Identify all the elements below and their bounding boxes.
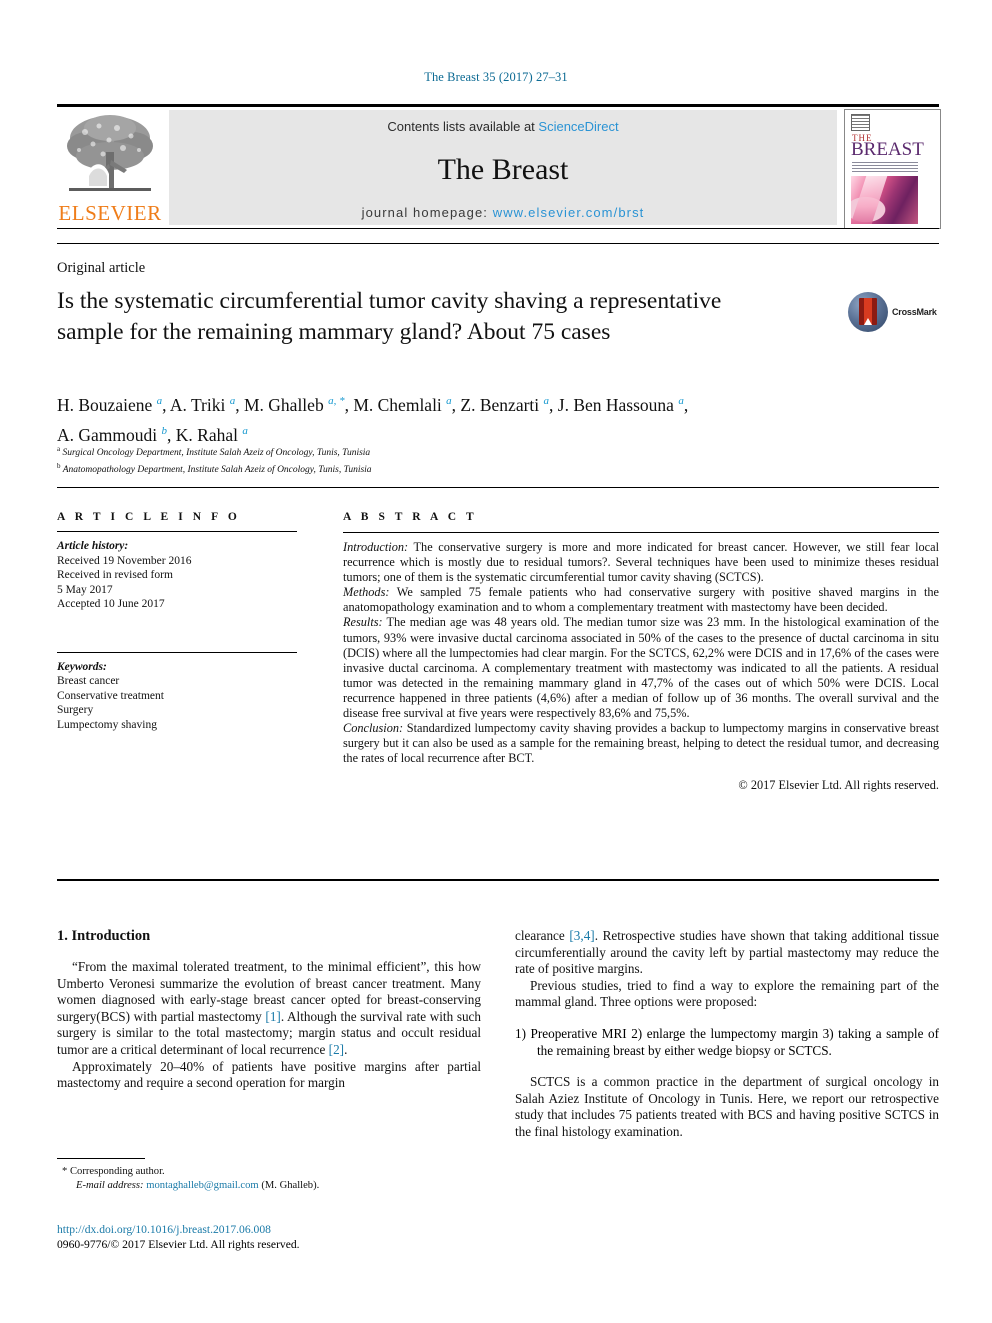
issn-copyright-line: 0960-9776/© 2017 Elsevier Ltd. All right…: [57, 1238, 300, 1251]
abstract-introduction: Introduction: The conservative surgery i…: [343, 540, 939, 585]
affiliation-b: b Anatomopathology Department, Institute…: [57, 461, 372, 475]
footnote-block: * Corresponding author. E-mail address: …: [57, 1158, 481, 1193]
keywords-rule: [57, 651, 297, 653]
intro-paragraph-1: “From the maximal tolerated treatment, t…: [57, 959, 481, 1059]
homepage-prefix: journal homepage:: [361, 205, 493, 220]
article-info-column: A R T I C L E I N F O Article history: R…: [57, 511, 309, 732]
abstract-body: Introduction: The conservative surgery i…: [343, 540, 939, 794]
intro-paragraph-3: clearance [3,4]. Retrospective studies h…: [515, 928, 939, 978]
affiliation-a: a Surgical Oncology Department, Institut…: [57, 445, 371, 459]
affiliation-list: a Surgical Oncology Department, Institut…: [57, 443, 657, 476]
journal-cover-thumbnail: THE BREAST: [844, 109, 941, 229]
abstract-column: A B S T R A C T Introduction: The conser…: [343, 511, 939, 794]
abstract-heading: A B S T R A C T: [343, 511, 478, 523]
options-list-item: 1) Preoperative MRI 2) enlarge the lumpe…: [515, 1025, 939, 1058]
cover-artwork: [851, 176, 918, 224]
author-line-1: H. Bouzaiene a, A. Triki a, M. Ghalleb a…: [57, 394, 689, 415]
elsevier-logo: ELSEVIER: [57, 108, 163, 229]
intro-paragraph-4: Previous studies, tried to find a way to…: [515, 977, 939, 1010]
email-line: E-mail address: montaghalleb@gmail.com (…: [57, 1179, 481, 1193]
keyword-item: Breast cancer: [57, 675, 120, 687]
email-label: E-mail address:: [76, 1180, 144, 1191]
abstract-methods-label: Methods:: [343, 585, 390, 600]
abstract-methods: Methods: We sampled 75 female patients w…: [343, 585, 939, 615]
banner-bottom-rule: [57, 228, 939, 229]
keyword-item: Surgery: [57, 704, 94, 716]
article-page: The Breast 35 (2017) 27–31 ELSEVIER Cont…: [0, 0, 992, 1323]
keyword-item: Conservative treatment: [57, 689, 164, 702]
article-accepted: Accepted 10 June 2017: [57, 598, 165, 610]
banner-center-panel: Contents lists available at ScienceDirec…: [169, 110, 837, 225]
crossmark-badge[interactable]: CrossMark: [848, 292, 937, 334]
citation-link-1[interactable]: [1]: [265, 1009, 280, 1024]
intro-paragraph-2: Approximately 20–40% of patients have po…: [57, 1058, 481, 1091]
article-revised-date: 5 May 2017: [57, 583, 113, 596]
abstract-conclusion-label: Conclusion:: [343, 721, 404, 736]
author-list: H. Bouzaiene a, A. Triki a, M. Ghalleb a…: [57, 388, 939, 448]
journal-homepage-line: journal homepage: www.elsevier.com/brst: [169, 205, 837, 220]
keywords-label: Keywords:: [57, 660, 107, 673]
abstract-results-label: Results:: [343, 615, 383, 630]
footnote-rule: [57, 1158, 145, 1159]
abstract-results: Results: The median age was 48 years old…: [343, 615, 939, 721]
article-history-label: Article history:: [57, 540, 129, 552]
cover-inner: THE BREAST: [851, 114, 924, 224]
keywords-block: Keywords: Breast cancer Conservative tre…: [57, 660, 309, 733]
keyword-item: Lumpectomy shaving: [57, 718, 157, 731]
cover-breast-text: BREAST: [851, 139, 924, 160]
corresponding-label: Corresponding author.: [69, 1166, 165, 1177]
article-info-rule: [57, 531, 297, 532]
abstract-methods-text: We sampled 75 female patients who had co…: [343, 585, 939, 615]
intro-paragraph-5: SCTCS is a common practice in the depart…: [515, 1074, 939, 1139]
email-link[interactable]: montaghalleb@gmail.com: [146, 1180, 258, 1191]
journal-title: The Breast: [437, 153, 569, 186]
page-title: Is the systematic circumferential tumor …: [57, 288, 722, 345]
crossmark-circle-icon: [848, 292, 888, 332]
abstract-conclusion-text: Standardized lumpectomy cavity shaving p…: [343, 721, 939, 766]
info-abstract-top-rule: [57, 487, 939, 488]
journal-homepage-link[interactable]: www.elsevier.com/brst: [493, 205, 645, 220]
affiliation-b-text: Anatomopathology Department, Institute S…: [62, 464, 372, 475]
affiliation-a-text: Surgical Oncology Department, Institute …: [62, 448, 371, 459]
doi-link[interactable]: http://dx.doi.org/10.1016/j.breast.2017.…: [57, 1222, 557, 1237]
citation-link-34[interactable]: [3,4]: [569, 928, 594, 943]
contents-available-line: Contents lists available at ScienceDirec…: [169, 119, 837, 134]
intro-p1-part3: .: [344, 1041, 348, 1057]
contents-prefix: Contents lists available at: [387, 119, 539, 134]
abstract-copyright: © 2017 Elsevier Ltd. All rights reserved…: [738, 778, 939, 793]
abstract-bottom-rule: [57, 879, 939, 881]
intro-p3-part1: clearance: [515, 928, 570, 943]
article-type-label: Original article: [57, 260, 146, 276]
corresponding-marker: *: [62, 1166, 68, 1177]
abstract-rule: [343, 532, 939, 533]
article-received: Received 19 November 2016: [57, 554, 192, 567]
article-history-block: Article history: Received 19 November 20…: [57, 539, 309, 612]
abstract-results-text: The median age was 48 years old. The med…: [343, 615, 939, 721]
running-head: The Breast 35 (2017) 27–31: [424, 70, 568, 84]
cover-subtitle-lines: [852, 162, 918, 172]
abstract-introduction-label: Introduction:: [343, 540, 409, 554]
title-section-rule: [57, 243, 939, 244]
doi-block: http://dx.doi.org/10.1016/j.breast.2017.…: [57, 1222, 557, 1252]
elsevier-tree-icon: [67, 115, 153, 191]
cover-stamp-icon: [851, 114, 870, 131]
abstract-conclusion: Conclusion: Standardized lumpectomy cavi…: [343, 721, 939, 766]
email-suffix: (M. Ghalleb).: [261, 1180, 320, 1191]
abstract-introduction-text: The conservative surgery is more and mor…: [343, 540, 939, 585]
article-revised-label: Received in revised form: [57, 569, 173, 581]
banner-top-rule: [57, 104, 939, 107]
citation-link-2[interactable]: [2]: [329, 1042, 344, 1057]
article-info-heading: A R T I C L E I N F O: [57, 511, 241, 523]
journal-banner: ELSEVIER Contents lists available at Sci…: [57, 104, 941, 229]
body-left-column: 1. Introduction “From the maximal tolera…: [57, 928, 481, 1092]
crossmark-book-icon: [859, 298, 877, 325]
corresponding-author-line: * Corresponding author.: [57, 1165, 481, 1179]
section-title-introduction: 1. Introduction: [57, 928, 151, 944]
crossmark-label: CrossMark: [892, 307, 937, 317]
elsevier-wordmark: ELSEVIER: [58, 201, 162, 225]
sciencedirect-link[interactable]: ScienceDirect: [538, 119, 618, 134]
body-right-column: clearance [3,4]. Retrospective studies h…: [515, 928, 939, 1141]
